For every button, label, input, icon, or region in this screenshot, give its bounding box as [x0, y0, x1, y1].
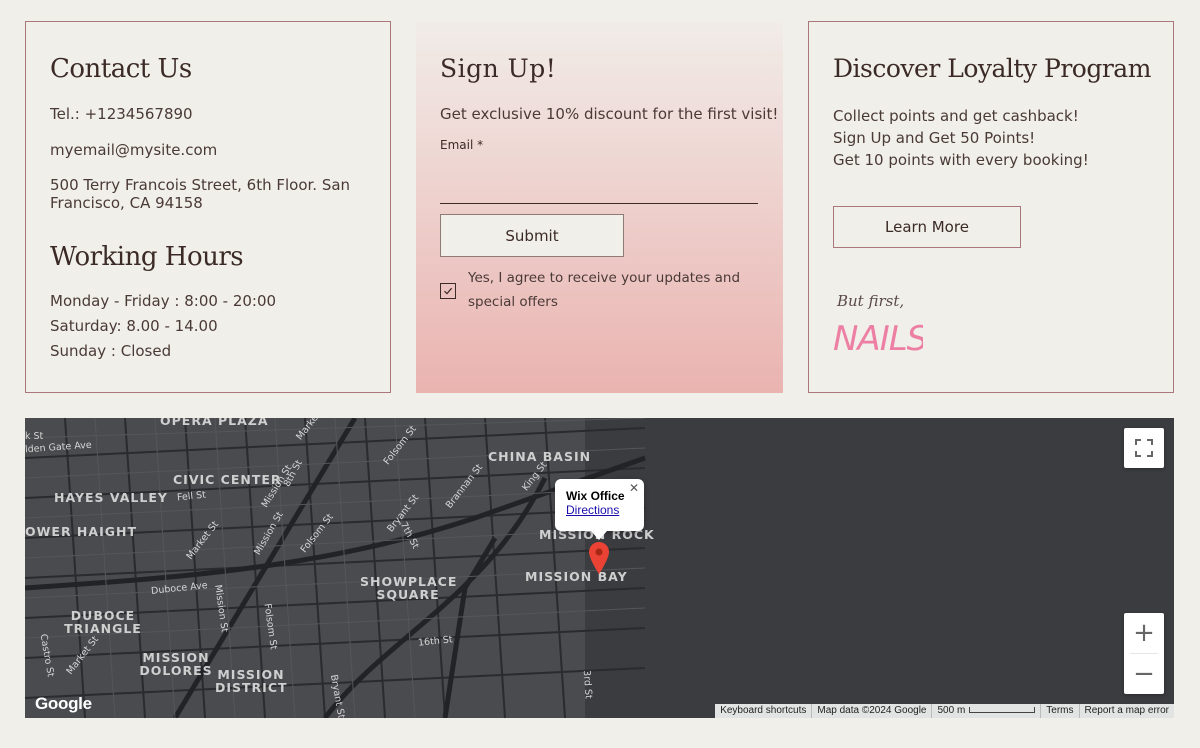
district-label: MISSION DOLORES	[139, 650, 213, 678]
map-pin-icon[interactable]	[589, 542, 609, 574]
contact-title: Contact Us	[50, 54, 192, 84]
loyalty-card: Discover Loyalty Program Collect points …	[808, 21, 1174, 393]
contact-card: Contact Us Tel.: +1234567890 myemail@mys…	[25, 21, 391, 393]
loyalty-line: Sign Up and Get 50 Points!	[833, 129, 1036, 147]
scale-indicator[interactable]: 500 m	[931, 704, 1040, 718]
loyalty-line: Get 10 points with every booking!	[833, 151, 1089, 169]
loyalty-line: Collect points and get cashback!	[833, 107, 1079, 125]
loyalty-benefits: Collect points and get cashback! Sign Up…	[833, 105, 1089, 171]
loyalty-title: Discover Loyalty Program	[833, 54, 1151, 83]
zoom-out-button[interactable]: −	[1124, 654, 1164, 694]
working-hours-title: Working Hours	[50, 242, 244, 272]
email-label: Email *	[440, 138, 484, 152]
working-hours-list: Monday - Friday : 8:00 - 20:00 Saturday:…	[50, 289, 276, 364]
district-label: OPERA PLAZA	[160, 418, 269, 428]
map-info-window: Wix Office Directions ✕	[555, 479, 644, 540]
contact-address: 500 Terry Francois Street, 6th Floor. Sa…	[50, 176, 351, 212]
close-icon[interactable]: ✕	[629, 481, 639, 495]
zoom-control: + −	[1124, 613, 1164, 694]
consent-checkbox[interactable]	[440, 283, 456, 299]
street-label: k St	[25, 431, 44, 442]
street-label: 3rd St	[580, 669, 594, 700]
scale-label: 500 m	[937, 705, 966, 716]
hours-weekdays: Monday - Friday : 8:00 - 20:00	[50, 292, 277, 310]
contact-phone: Tel.: +1234567890	[50, 105, 193, 123]
terms-link[interactable]: Terms	[1040, 704, 1078, 718]
consent-label: Yes, I agree to receive your updates and…	[468, 270, 741, 310]
map-data-credit: Map data ©2024 Google	[811, 704, 931, 718]
logo-wordmark: NAILS	[833, 319, 923, 358]
district-label: DUBOCE TRIANGLE	[64, 608, 142, 636]
district-label: MISSION BAY	[525, 569, 628, 584]
learn-more-button[interactable]: Learn More	[833, 206, 1021, 248]
checkmark-icon	[444, 287, 453, 295]
google-logo: Google	[35, 694, 92, 713]
fullscreen-icon	[1135, 439, 1153, 457]
signup-subtitle: Get exclusive 10% discount for the first…	[440, 105, 779, 123]
district-label: SHOWPLACE SQUARE	[360, 574, 458, 602]
report-map-error-link[interactable]: Report a map error	[1078, 704, 1174, 718]
but-first-nails-logo: But first, NAILS	[833, 292, 923, 358]
district-label: CIVIC CENTER	[173, 472, 282, 487]
submit-button[interactable]: Submit	[440, 214, 624, 257]
keyboard-shortcuts-link[interactable]: Keyboard shortcuts	[715, 704, 811, 718]
district-label: HAYES VALLEY	[54, 490, 168, 505]
fullscreen-button[interactable]	[1124, 428, 1164, 468]
map[interactable]: OPERA PLAZA CIVIC CENTER HAYES VALLEY OW…	[25, 418, 1174, 718]
scale-bar	[969, 707, 1036, 714]
signup-title: Sign Up!	[440, 54, 557, 83]
email-field[interactable]	[440, 171, 758, 204]
signup-card: Sign Up! Get exclusive 10% discount for …	[416, 21, 783, 393]
district-label: MISSION DISTRICT	[215, 667, 288, 695]
logo-tagline: But first,	[836, 292, 904, 310]
map-attribution-bar: Keyboard shortcuts Map data ©2024 Google…	[715, 704, 1174, 718]
district-label: OWER HAIGHT	[25, 524, 137, 539]
directions-link[interactable]: Directions	[566, 503, 644, 517]
hours-sunday: Sunday : Closed	[50, 342, 172, 360]
hours-saturday: Saturday: 8.00 - 14.00	[50, 317, 218, 335]
zoom-in-button[interactable]: +	[1124, 613, 1164, 653]
contact-email: myemail@mysite.com	[50, 141, 218, 159]
